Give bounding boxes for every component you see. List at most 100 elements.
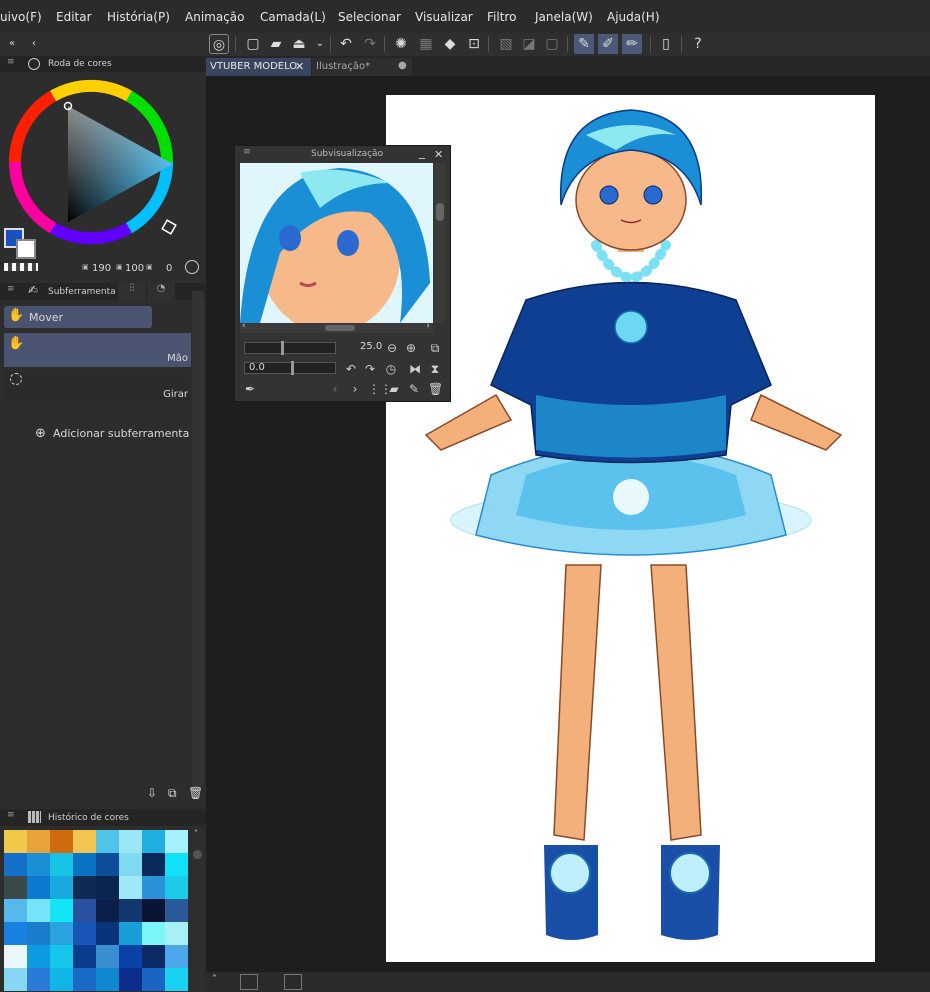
color-history-swatch[interactable] xyxy=(50,945,73,968)
frame-icon[interactable]: ▢ xyxy=(542,34,562,54)
minimize-icon[interactable]: _ xyxy=(419,145,425,159)
color-history-swatch[interactable] xyxy=(4,922,27,945)
canvas-paper[interactable] xyxy=(386,95,875,962)
add-icon[interactable]: ⊕ xyxy=(35,426,46,441)
color-history-swatch[interactable] xyxy=(96,922,119,945)
color-history-swatch[interactable] xyxy=(142,830,165,853)
color-history-swatch[interactable] xyxy=(142,922,165,945)
color-history-swatch[interactable] xyxy=(165,968,188,991)
edit-icon[interactable]: ✎ xyxy=(407,382,421,396)
color-history-swatch[interactable] xyxy=(50,876,73,899)
brush-size-tab[interactable]: ◔ xyxy=(147,283,175,300)
color-history-swatch[interactable] xyxy=(27,968,50,991)
color-history-swatch[interactable] xyxy=(96,853,119,876)
color-history-swatch[interactable] xyxy=(165,945,188,968)
color-history-swatch[interactable] xyxy=(73,876,96,899)
color-history-swatch[interactable] xyxy=(96,945,119,968)
menu-animation[interactable]: Animação xyxy=(185,10,244,24)
save-icon[interactable]: ⏏ xyxy=(289,34,309,54)
color-history-swatch[interactable] xyxy=(96,830,119,853)
subtool-scrollbar[interactable] xyxy=(192,291,204,786)
color-history-scrollbar[interactable]: ˄ xyxy=(193,829,203,992)
color-history-swatch[interactable] xyxy=(4,899,27,922)
menu-file[interactable]: uivo(F) xyxy=(0,10,42,24)
scroll-thumb[interactable] xyxy=(325,325,355,331)
color-history-swatch[interactable] xyxy=(4,853,27,876)
color-history-swatch[interactable] xyxy=(142,876,165,899)
subview-hscrollbar[interactable]: ‹ › xyxy=(240,321,433,333)
download-icon[interactable]: ⇩ xyxy=(147,786,157,800)
menu-help[interactable]: Ajuda(H) xyxy=(607,10,660,24)
flip-horizontal-icon[interactable]: ⧓ xyxy=(408,362,422,376)
redo-icon[interactable]: ↷ xyxy=(360,34,380,54)
menu-select[interactable]: Selecionar xyxy=(338,10,401,24)
close-icon[interactable]: ✕ xyxy=(295,58,304,76)
color-history-swatch[interactable] xyxy=(165,830,188,853)
eyedropper-icon[interactable]: ✒ xyxy=(243,382,257,396)
next-icon[interactable]: › xyxy=(348,382,362,396)
trash-icon[interactable]: 🗑 xyxy=(188,786,203,800)
color-history-swatch[interactable] xyxy=(27,945,50,968)
slider-handle[interactable] xyxy=(281,341,284,355)
color-history-swatch[interactable] xyxy=(142,945,165,968)
panel-menu-icon[interactable]: ≡ xyxy=(7,57,15,67)
back-icon[interactable]: ‹ xyxy=(24,34,44,54)
color-wheel[interactable] xyxy=(8,72,200,266)
color-history-swatch[interactable] xyxy=(4,968,27,991)
pen-icon[interactable]: ✎ xyxy=(574,34,594,54)
duplicate-icon[interactable]: ⧉ xyxy=(168,786,177,801)
rotate-wheel-icon[interactable] xyxy=(185,260,199,274)
color-history-swatch[interactable] xyxy=(142,899,165,922)
scroll-up-icon[interactable]: ˄ xyxy=(194,829,198,838)
color-history-swatch[interactable] xyxy=(119,968,142,991)
color-history-swatch[interactable] xyxy=(96,876,119,899)
color-history-swatch[interactable] xyxy=(73,968,96,991)
color-history-swatch[interactable] xyxy=(119,899,142,922)
color-history-swatch[interactable] xyxy=(4,830,27,853)
subtool-title[interactable]: Subferramenta xyxy=(48,287,116,297)
menu-history[interactable]: História(P) xyxy=(107,10,170,24)
zoom-in-icon[interactable]: ⊕ xyxy=(404,341,418,355)
app-icon[interactable]: ◎ xyxy=(209,34,229,54)
color-history-swatch[interactable] xyxy=(50,922,73,945)
dropdown-icon[interactable]: ⌄ xyxy=(310,34,330,54)
color-history-swatch[interactable] xyxy=(27,922,50,945)
expand-up-icon[interactable]: ˄ xyxy=(212,974,217,985)
color-history-swatch[interactable] xyxy=(50,830,73,853)
color-history-swatch[interactable] xyxy=(73,899,96,922)
eraser-icon[interactable]: ✏ xyxy=(622,34,642,54)
menu-layer[interactable]: Camada(L) xyxy=(260,10,326,24)
color-history-swatch[interactable] xyxy=(119,922,142,945)
open-icon[interactable]: ▰ xyxy=(266,34,286,54)
transparent-color-swatch[interactable] xyxy=(4,263,38,271)
color-history-swatch[interactable] xyxy=(96,899,119,922)
bottom-tool-2-icon[interactable] xyxy=(284,974,302,990)
trash-icon[interactable]: 🗑 xyxy=(428,382,443,396)
subtool-item-hand[interactable]: ✋ Mão xyxy=(4,333,191,367)
scroll-right-icon[interactable]: › xyxy=(426,321,430,331)
menu-edit[interactable]: Editar xyxy=(56,10,92,24)
undo-icon[interactable]: ↶ xyxy=(336,34,356,54)
tab-vtuber-modelo[interactable]: VTUBER MODELO ✕ xyxy=(206,58,311,76)
color-history-swatch[interactable] xyxy=(119,876,142,899)
close-icon[interactable]: ✕ xyxy=(434,148,443,161)
color-history-swatch[interactable] xyxy=(73,830,96,853)
color-history-swatch[interactable] xyxy=(73,945,96,968)
fill-icon[interactable]: ◆ xyxy=(440,34,460,54)
flip-vertical-icon[interactable]: ⧗ xyxy=(428,362,442,376)
rotate-right-icon[interactable]: ↷ xyxy=(363,362,377,376)
subview-preview[interactable] xyxy=(240,163,433,323)
subtool-item-rotate[interactable]: Girar xyxy=(4,369,191,403)
color-history-swatch[interactable] xyxy=(50,899,73,922)
color-history-swatch[interactable] xyxy=(73,922,96,945)
scroll-thumb[interactable] xyxy=(193,850,202,859)
subview-vscrollbar[interactable] xyxy=(434,163,446,323)
add-subtool-link[interactable]: Adicionar subferramenta xyxy=(53,427,189,440)
color-history-swatch[interactable] xyxy=(165,853,188,876)
device-icon[interactable]: ▯ xyxy=(656,34,676,54)
reset-rotation-icon[interactable]: ◷ xyxy=(384,362,398,376)
color-history-swatch[interactable] xyxy=(119,830,142,853)
color-history-swatch[interactable] xyxy=(165,899,188,922)
loading-icon[interactable]: ✺ xyxy=(391,34,411,54)
grid-icon[interactable]: ▧ xyxy=(496,34,516,54)
